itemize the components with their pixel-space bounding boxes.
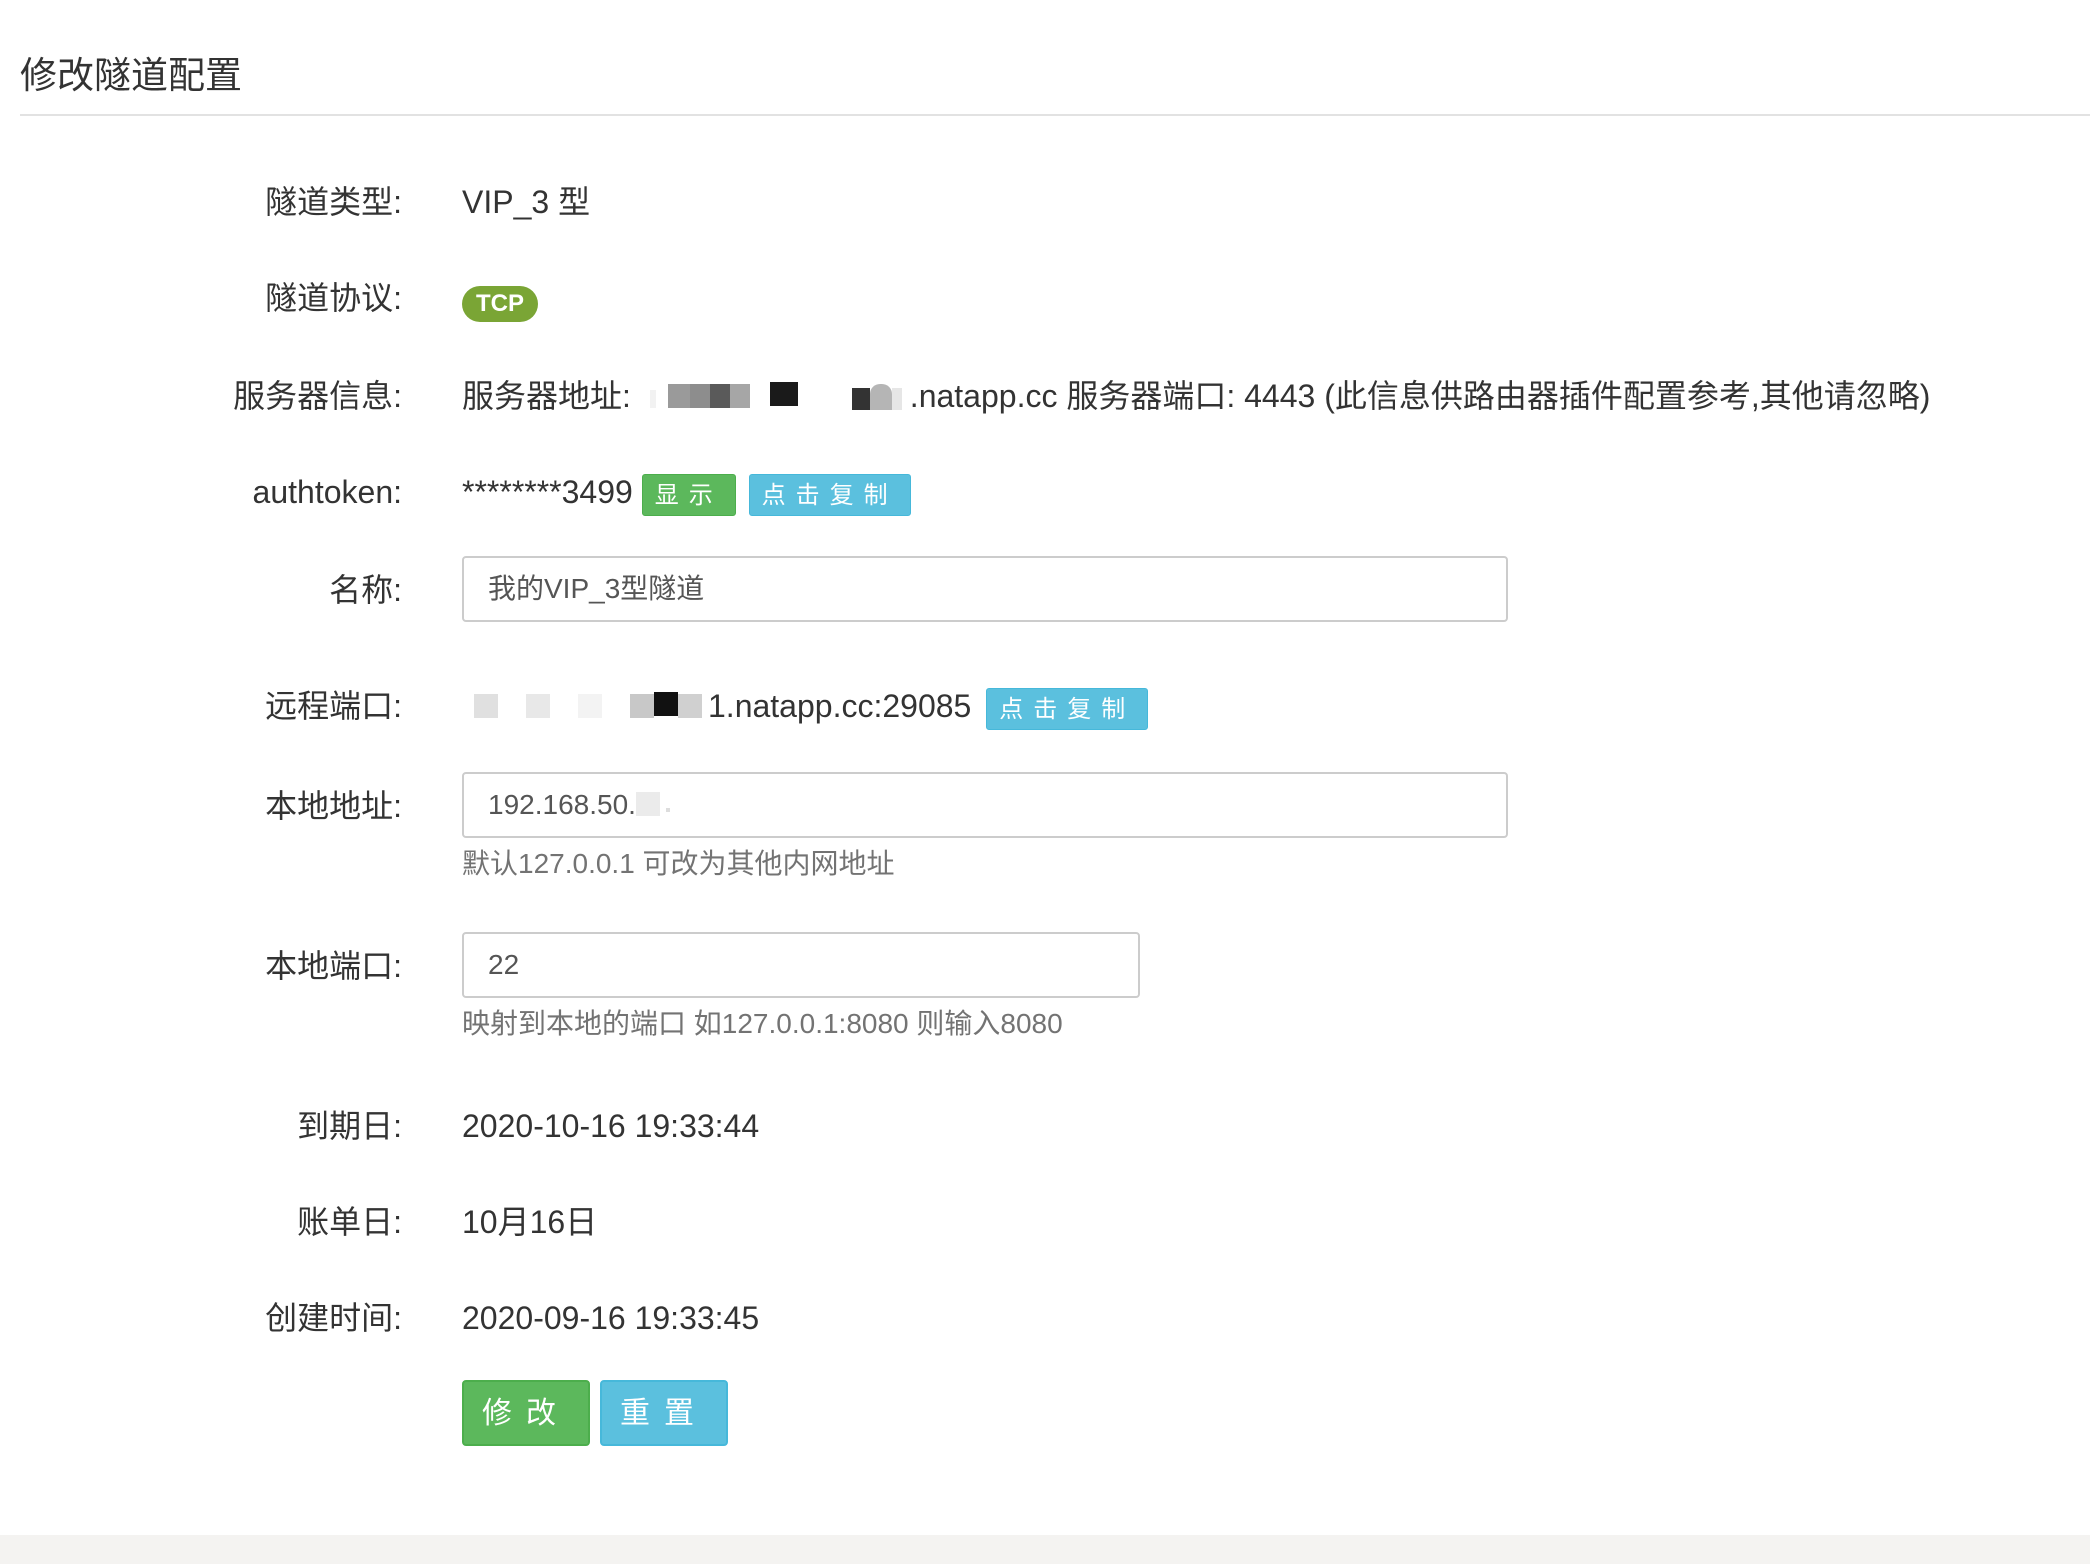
tunnel-protocol-value: TCP [462,280,538,322]
copy-remote-port-button[interactable]: 点击复制 [986,687,1149,730]
show-authtoken-button[interactable]: 显示 [641,473,736,516]
local-address-label: 本地地址: [265,788,402,824]
expire-date-value: 2020-10-16 19:33:44 [462,1108,760,1144]
page-title: 修改隧道配置 [20,55,242,96]
billing-date-label: 账单日: [297,1204,402,1240]
name-label: 名称: [329,572,402,608]
authtoken-value: ********3499 显示 点击复制 [462,472,911,516]
reset-button[interactable]: 重置 [600,1380,728,1446]
server-info-value: 服务器地址: .natapp.cc 服务器端口: 4443 (此信息供路由器插件… [462,376,1930,416]
title-divider [20,114,2090,116]
billing-date-value: 10月16日 [462,1204,598,1240]
server-info-label: 服务器信息: [233,378,402,414]
authtoken-label: authtoken: [252,474,402,510]
submit-button[interactable]: 修改 [462,1380,590,1446]
created-time-label: 创建时间: [265,1300,402,1336]
expire-date-label: 到期日: [297,1108,402,1144]
server-address-prefix: 服务器地址: [462,378,631,414]
tunnel-protocol-label: 隧道协议: [265,280,402,316]
copy-authtoken-button[interactable]: 点击复制 [748,473,911,516]
tunnel-type-value: VIP_3 型 [462,184,591,220]
server-address-suffix: .natapp.cc 服务器端口: 4443 (此信息供路由器插件配置参考,其他… [909,378,1931,414]
local-address-input[interactable]: 192.168.50. [462,772,1508,838]
redacted-ip-octet [635,790,680,818]
authtoken-masked: ********3499 [462,474,633,510]
page-footer-background [0,1535,2090,1564]
local-port-label: 本地端口: [265,948,402,984]
local-address-text: 192.168.50. [488,789,636,820]
remote-port-address: 1.natapp.cc:29085 [708,688,972,724]
redacted-server-host [640,381,910,416]
remote-port-value: 1.natapp.cc:29085 点击复制 [470,686,1149,730]
remote-port-label: 远程端口: [265,688,402,724]
created-time-value: 2020-09-16 19:33:45 [462,1300,760,1336]
protocol-badge: TCP [462,286,538,322]
name-input[interactable]: 我的VIP_3型隧道 [462,556,1508,622]
redacted-remote-host [470,691,708,726]
local-port-help: 映射到本地的端口 如127.0.0.1:8080 则输入8080 [462,1008,1063,1039]
tunnel-type-label: 隧道类型: [265,184,402,220]
local-address-help: 默认127.0.0.1 可改为其他内网地址 [462,848,895,879]
local-port-input[interactable]: 22 [462,932,1140,998]
